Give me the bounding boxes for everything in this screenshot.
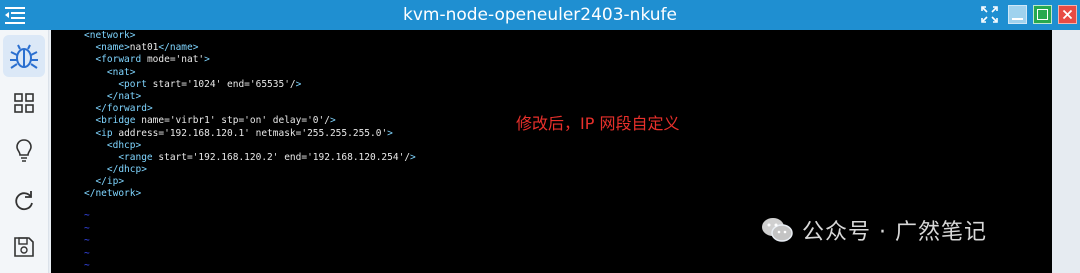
watermark-text: 公众号 · 广然笔记 <box>802 220 987 245</box>
save-icon[interactable] <box>9 232 39 262</box>
tilde-line: ~ <box>84 260 90 271</box>
title-bar: kvm-node-openeuler2403-nkufe <box>0 0 1080 30</box>
minimize-button[interactable] <box>1008 5 1027 24</box>
right-gutter <box>1052 30 1080 273</box>
code-line: <network> <box>84 30 136 41</box>
code-line: <port start='1024' end='65535'/> <box>118 78 302 90</box>
code-line: <bridge name='virbr1' stp='on' delay='0'… <box>95 115 336 127</box>
tilde-line: ~ <box>84 235 90 246</box>
lightbulb-icon[interactable] <box>9 135 39 165</box>
code-line: </ip> <box>95 176 125 188</box>
code-line: </network> <box>84 188 142 200</box>
code-line: <name>nat01</name> <box>95 42 199 54</box>
grid-icon[interactable] <box>9 88 39 118</box>
annotation-text: 修改后，IP 网段自定义 <box>516 114 680 133</box>
tilde-line: ~ <box>84 222 90 234</box>
tilde-line: ~ <box>84 247 90 259</box>
code-line: </forward> <box>95 103 153 115</box>
tilde-line: ~ <box>84 210 90 221</box>
code-line: <forward mode='nat'> <box>95 54 210 66</box>
refresh-icon[interactable] <box>9 186 39 216</box>
wechat-icon <box>762 218 793 242</box>
watermark: 公众号 · 广然笔记 <box>760 214 987 246</box>
fullscreen-icon[interactable] <box>980 5 999 24</box>
close-icon[interactable] <box>1058 5 1077 24</box>
code-line: <range start='192.168.120.2' end='192.16… <box>118 151 416 163</box>
code-line: </dhcp> <box>106 164 147 176</box>
window-title: kvm-node-openeuler2403-nkufe <box>402 5 678 25</box>
code-line: <nat> <box>106 66 136 78</box>
empty-line-markers: ~ ~ ~ ~ ~ <box>84 210 90 273</box>
code-line: <ip address='192.168.120.1' netmask='255… <box>95 127 393 139</box>
code-line: <dhcp> <box>106 139 142 151</box>
xml-code: <network> <name>nat01</name> <forward mo… <box>84 30 416 201</box>
code-line: </nat> <box>106 90 142 102</box>
sidebar <box>0 30 49 273</box>
bug-icon[interactable] <box>3 35 45 77</box>
maximize-button[interactable] <box>1033 5 1052 24</box>
